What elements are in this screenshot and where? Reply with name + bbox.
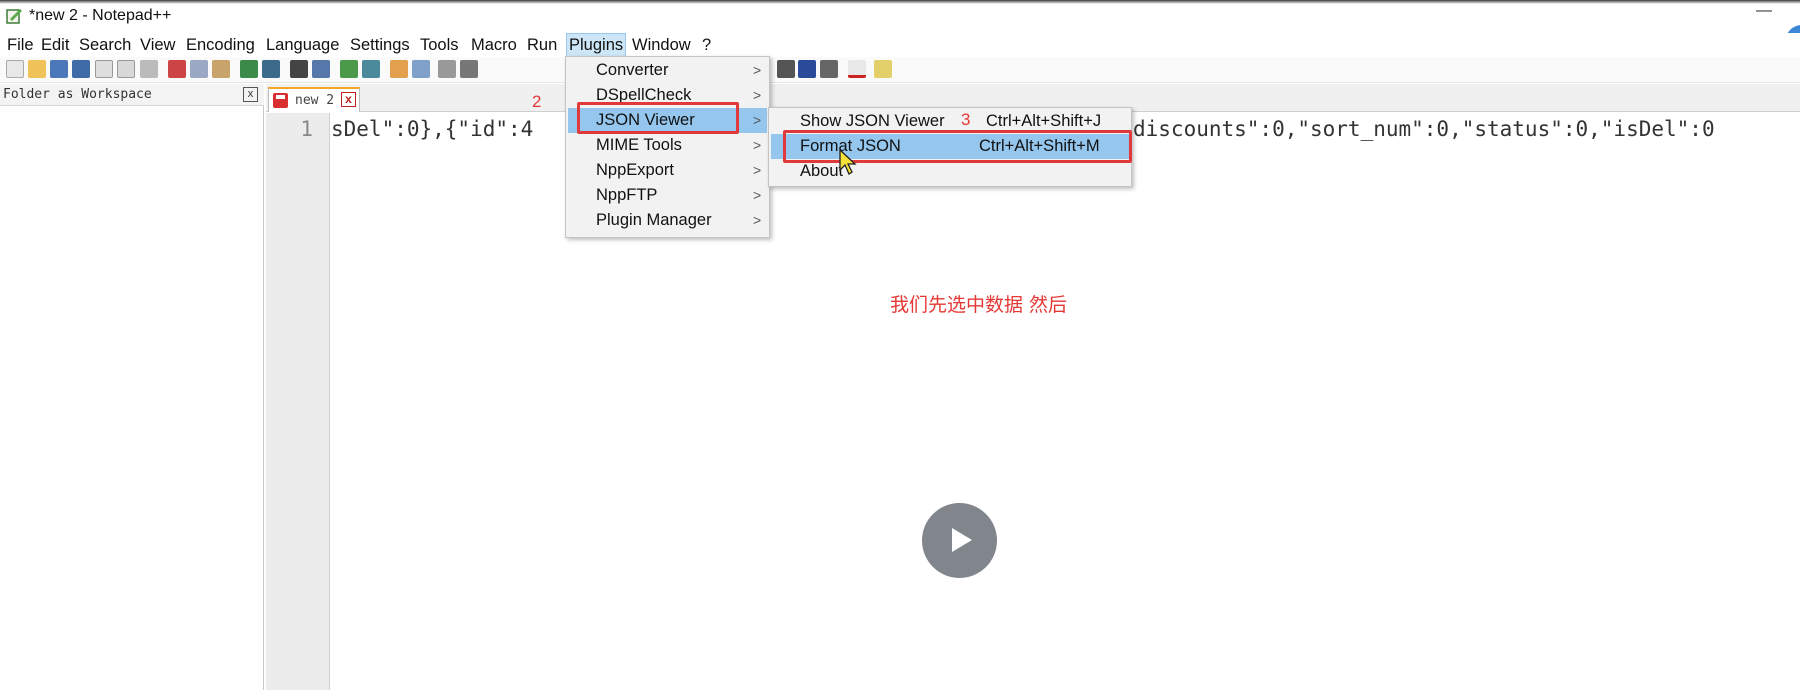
plugin-toolbar-icon[interactable] xyxy=(874,60,892,78)
menu-item-label: NppExport xyxy=(596,161,674,179)
submenu-arrow-icon: > xyxy=(753,87,762,103)
menu-run[interactable]: Run xyxy=(525,33,559,57)
annotation-box-json-viewer xyxy=(577,102,739,134)
copy-icon[interactable] xyxy=(190,60,208,78)
submenu-arrow-icon: > xyxy=(753,187,762,203)
tab-new-2[interactable]: new 2 x xyxy=(268,87,360,112)
save-macro-icon[interactable] xyxy=(820,60,838,78)
menu-settings[interactable]: Settings xyxy=(348,33,412,57)
menu-item-label: Converter xyxy=(596,61,669,79)
annotation-step-2: 2 xyxy=(532,92,542,111)
open-file-icon[interactable] xyxy=(28,60,46,78)
close-all-icon[interactable] xyxy=(117,60,135,78)
play-button[interactable] xyxy=(922,503,997,578)
line-number-gutter: 1 xyxy=(266,113,330,690)
print-icon[interactable] xyxy=(140,60,158,78)
menu-item-label: Plugin Manager xyxy=(596,211,712,229)
zoom-in-icon[interactable] xyxy=(340,60,358,78)
replace-icon[interactable] xyxy=(312,60,330,78)
menu-tools[interactable]: Tools xyxy=(418,33,461,57)
run-macro-multiple-icon[interactable] xyxy=(798,60,816,78)
panel-header: Folder as Workspace x xyxy=(0,84,264,106)
menu-item-label: MIME Tools xyxy=(596,136,682,154)
play-icon xyxy=(952,528,972,552)
menu-encoding[interactable]: Encoding xyxy=(184,33,257,57)
menu-help[interactable]: ? xyxy=(700,33,713,57)
plugins-menu-plugin-manager[interactable]: Plugin Manager > xyxy=(568,208,767,233)
tab-label: new 2 xyxy=(295,93,335,108)
submenu-arrow-icon: > xyxy=(753,137,762,153)
close-file-icon[interactable] xyxy=(95,60,113,78)
submenu-arrow-icon: > xyxy=(753,62,762,78)
menu-edit[interactable]: Edit xyxy=(39,33,71,57)
tab-close-icon[interactable]: x xyxy=(341,92,356,107)
word-wrap-icon[interactable] xyxy=(438,60,456,78)
pointer-cursor-icon xyxy=(839,148,857,175)
plugins-menu-nppftp[interactable]: NppFTP > xyxy=(568,183,767,208)
panel-title: Folder as Workspace xyxy=(3,87,152,102)
submenu-arrow-icon: > xyxy=(753,162,762,178)
notepad-app-icon xyxy=(6,9,22,24)
menu-view[interactable]: View xyxy=(138,33,177,57)
cut-icon[interactable] xyxy=(168,60,186,78)
unsaved-file-icon xyxy=(273,93,288,108)
menu-item-label: NppFTP xyxy=(596,186,658,204)
menu-search[interactable]: Search xyxy=(77,33,133,57)
panel-close-icon[interactable]: x xyxy=(243,87,258,102)
annotation-step-3: 3 xyxy=(961,110,971,129)
menu-plugins[interactable]: Plugins xyxy=(566,33,627,57)
plugins-menu: Converter > DSpellCheck > JSON Viewer > … xyxy=(565,56,770,238)
submenu-arrow-icon: > xyxy=(753,212,762,228)
undo-icon[interactable] xyxy=(240,60,258,78)
zoom-out-icon[interactable] xyxy=(362,60,380,78)
folder-workspace-panel: Folder as Workspace x xyxy=(0,84,264,690)
sync-horizontal-icon[interactable] xyxy=(412,60,430,78)
menu-file[interactable]: File xyxy=(5,33,36,57)
play-macro-icon[interactable] xyxy=(777,60,795,78)
new-file-icon[interactable] xyxy=(6,60,24,78)
redo-icon[interactable] xyxy=(262,60,280,78)
submenu-arrow-icon: > xyxy=(753,112,762,128)
code-text-left: sDel":0},{"id":4 xyxy=(331,117,534,141)
menu-bar: File Edit Search View Encoding Language … xyxy=(0,33,1800,57)
menu-window[interactable]: Window xyxy=(630,33,693,57)
line-number: 1 xyxy=(300,117,313,141)
menu-macro[interactable]: Macro xyxy=(469,33,519,57)
editor-area[interactable]: sDel":0},{"id":4 discounts":0,"sort_num"… xyxy=(331,113,1800,690)
paste-icon[interactable] xyxy=(212,60,230,78)
sync-vertical-icon[interactable] xyxy=(390,60,408,78)
code-text-right: discounts":0,"sort_num":0,"status":0,"is… xyxy=(1133,117,1715,141)
title-bar: *new 2 - Notepad++ — xyxy=(0,0,1800,62)
window-title: *new 2 - Notepad++ xyxy=(29,7,172,24)
find-icon[interactable] xyxy=(290,60,308,78)
plugins-menu-mime-tools[interactable]: MIME Tools > xyxy=(568,133,767,158)
plugins-menu-nppexport[interactable]: NppExport > xyxy=(568,158,767,183)
video-subtitle: 我们先选中数据 然后 xyxy=(890,294,1068,316)
menu-language[interactable]: Language xyxy=(264,33,341,57)
spellcheck-icon[interactable] xyxy=(848,60,866,78)
save-icon[interactable] xyxy=(50,60,68,78)
plugins-menu-converter[interactable]: Converter > xyxy=(568,58,767,83)
show-all-chars-icon[interactable] xyxy=(460,60,478,78)
annotation-box-format-json xyxy=(783,130,1132,163)
toolbar xyxy=(0,57,1800,83)
minimize-button[interactable]: — xyxy=(1756,2,1772,20)
save-all-icon[interactable] xyxy=(72,60,90,78)
